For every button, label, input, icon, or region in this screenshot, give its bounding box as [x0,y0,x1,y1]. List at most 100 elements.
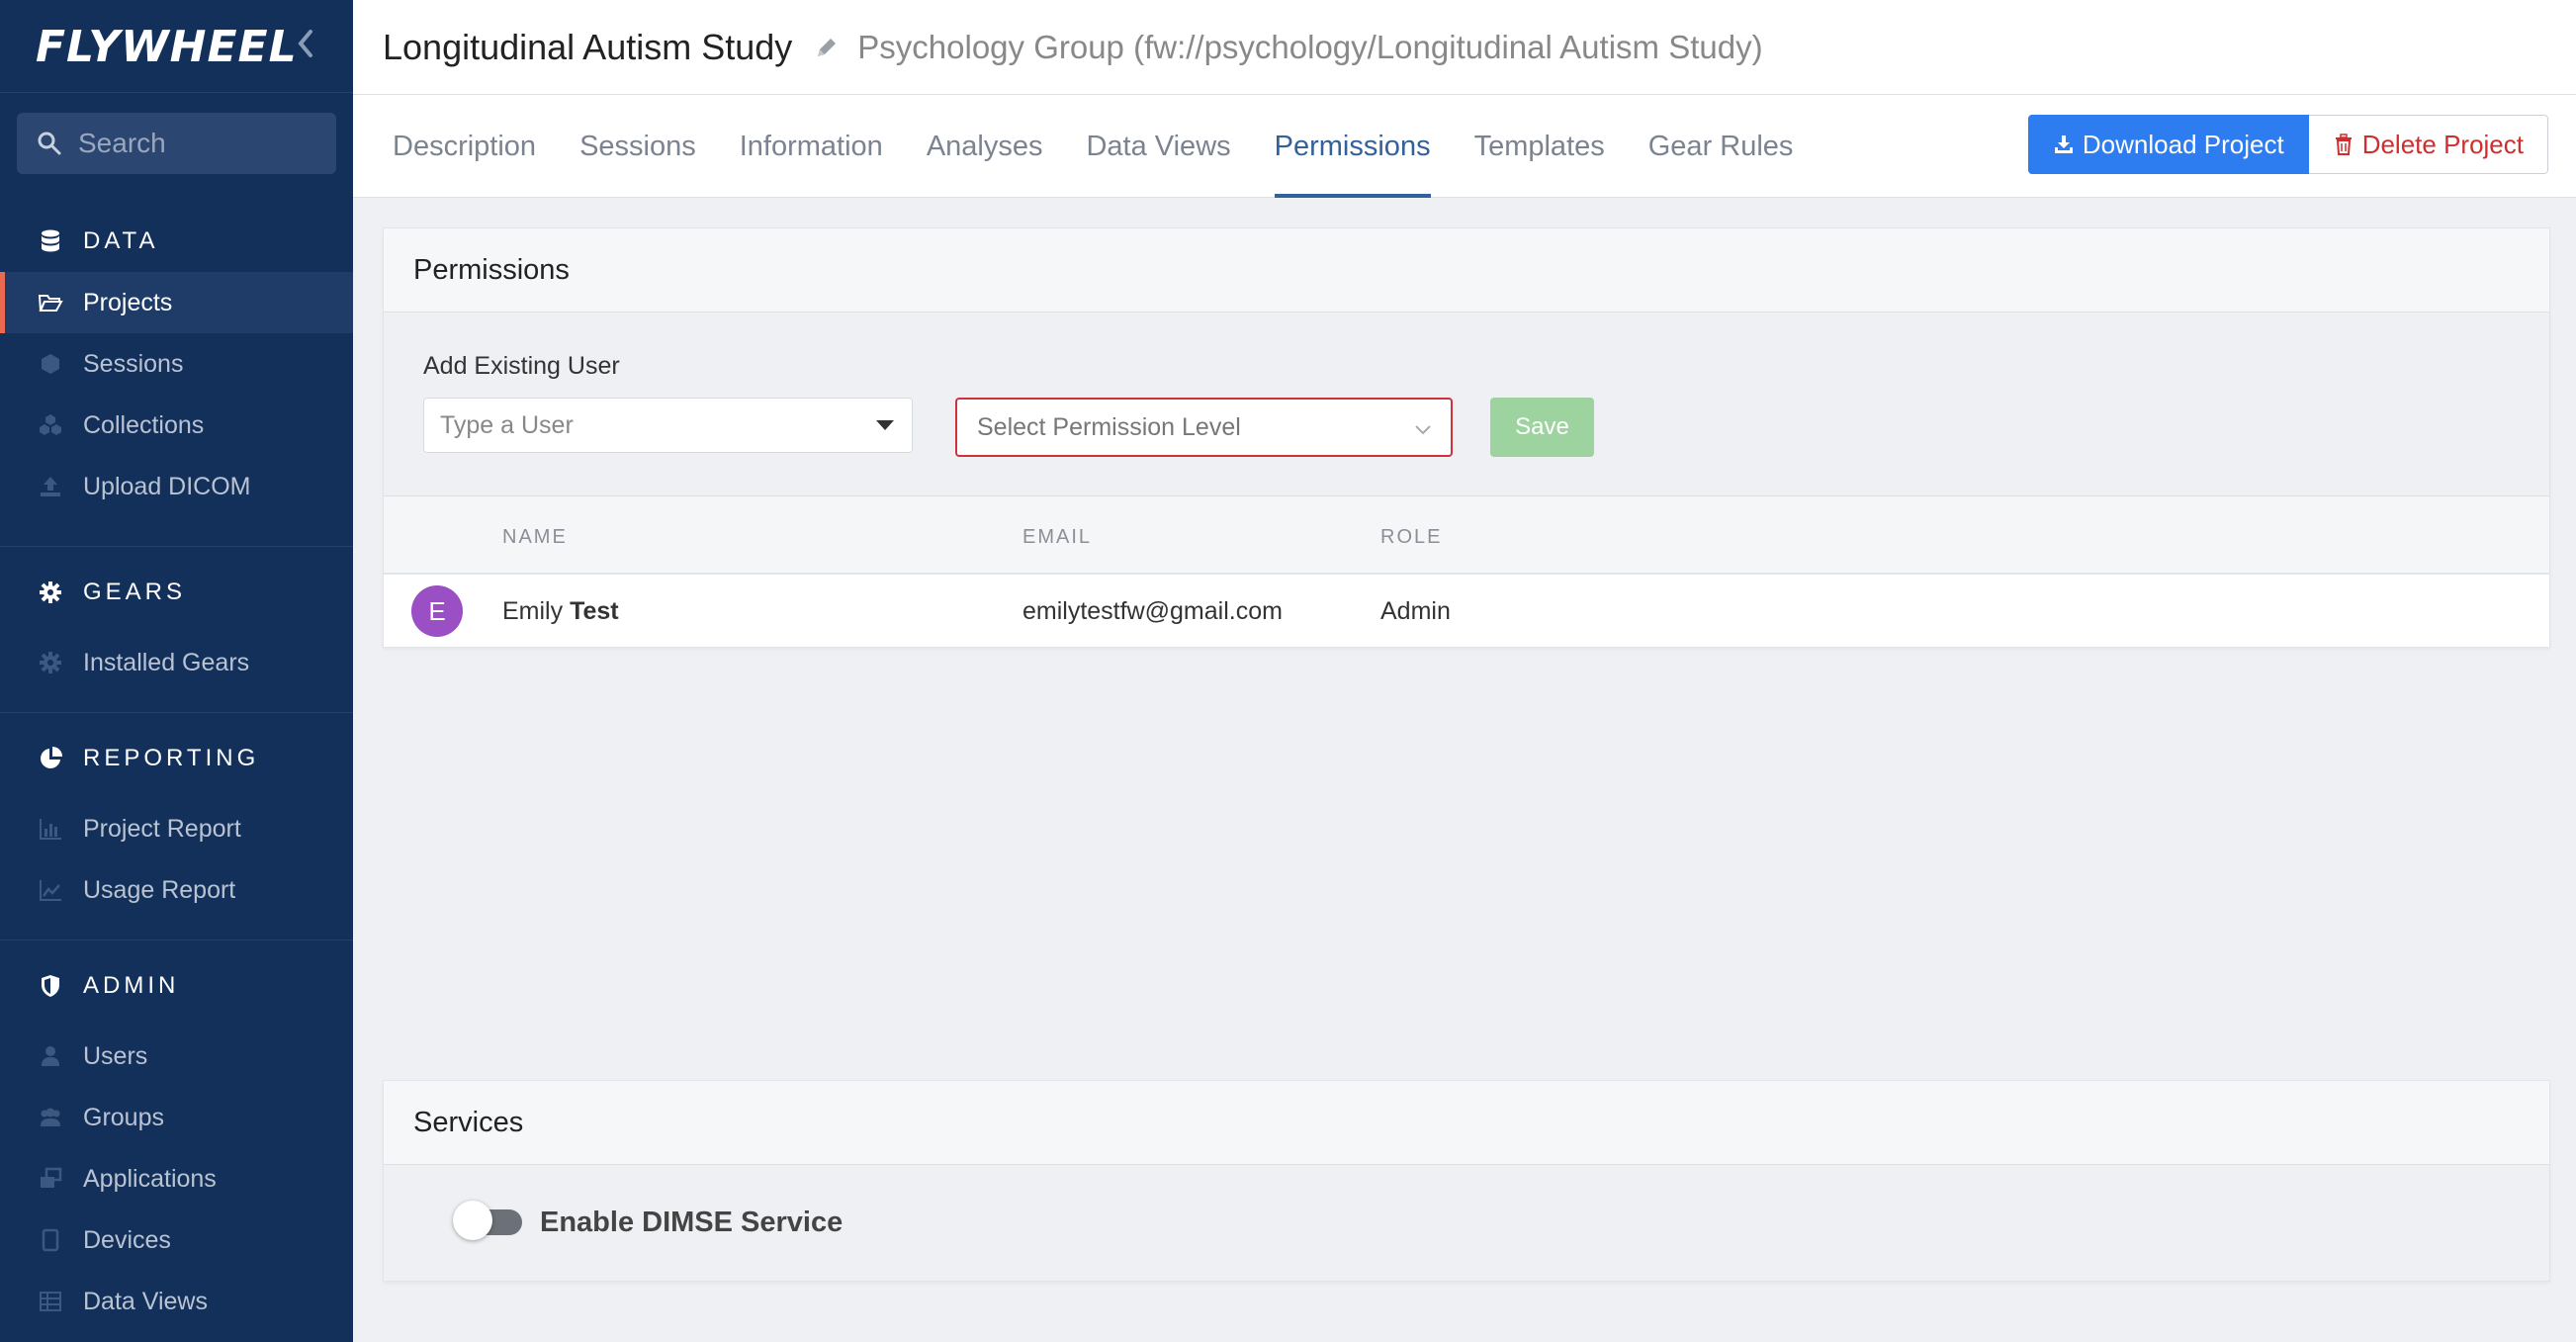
download-project-button[interactable]: Download Project [2027,115,2309,174]
add-user-area: Add Existing User Type a User Select Per… [384,313,2549,496]
nav-heading-data: DATA [0,214,353,269]
column-header-email[interactable]: EMAIL [1022,526,1092,549]
sidebar-item-projects[interactable]: Projects [0,272,353,333]
windows-icon [41,1167,62,1188]
permissions-heading: Permissions [384,228,2549,313]
tablet-icon [42,1228,59,1252]
tab-analyses[interactable]: Analyses [927,95,1043,198]
upload-icon [41,477,60,496]
sidebar-item-installed-gears[interactable]: Installed Gears [0,632,353,693]
chevron-down-icon [1415,425,1431,435]
cube-icon [42,354,59,374]
sidebar-item-upload-dicom[interactable]: Upload DICOM [0,456,353,517]
search-icon [38,132,61,155]
sidebar-item-label: Projects [83,288,173,316]
project-actions: Download Project Delete Project [2027,115,2548,174]
user-last-name: Test [570,597,619,625]
pencil-icon[interactable] [814,35,840,60]
tab-gear-rules[interactable]: Gear Rules [1648,95,1794,198]
services-heading: Services [384,1081,2549,1165]
column-header-name[interactable]: NAME [502,526,568,549]
sidebar-item-label: Sessions [83,349,184,378]
nav-heading-label: ADMIN [83,972,180,999]
user-name: Emily Test [502,597,619,626]
dimse-toggle[interactable] [453,1201,526,1240]
sidebar-item-data-views[interactable]: Data Views [0,1271,353,1332]
avatar: E [411,585,463,637]
user-email: emilytestfw@gmail.com [1022,597,1283,625]
permissions-panel: Permissions Add Existing User Type a Use… [383,227,2550,648]
gear-icon [40,652,61,673]
user-icon [42,1046,59,1066]
flywheel-logo[interactable]: FLYWHEEL [36,22,298,72]
nav-divider [0,712,353,713]
sidebar-item-label: Usage Report [83,875,236,904]
services-panel: Services Enable DIMSE Service [383,1080,2550,1282]
page-subtitle: Psychology Group (fw://psychology/Longit… [857,28,1763,65]
trash-icon [2335,134,2352,155]
sidebar-item-label: Collections [83,410,205,439]
delete-project-button[interactable]: Delete Project [2308,115,2548,174]
sidebar-item-usage-report[interactable]: Usage Report [0,859,353,921]
sidebar-item-label: Upload DICOM [83,472,251,500]
services-body: Enable DIMSE Service [384,1165,2549,1281]
nav-section-gears: GEARS Installed Gears [0,565,353,693]
nav-section-data: DATA Projects Sessions Collections Uploa… [0,214,353,517]
column-header-role[interactable]: ROLE [1380,526,1442,549]
nav-heading-admin: ADMIN [0,958,353,1014]
sidebar-item-label: Applications [83,1164,217,1193]
bar-chart-icon [40,819,61,840]
search-box[interactable] [17,113,336,174]
tab-bar: Description Sessions Information Analyse… [353,95,2576,198]
cubes-icon [40,414,61,435]
nav-section-admin: ADMIN Users Groups Applications Devices … [0,958,353,1332]
add-existing-user-label: Add Existing User [423,352,620,380]
tab-sessions[interactable]: Sessions [579,95,696,198]
database-icon [42,229,59,252]
tab-list: Description Sessions Information Analyse… [393,95,1836,198]
chevron-left-icon[interactable] [293,26,318,61]
table-row[interactable]: E Emily Test emilytestfw@gmail.com Admin [384,575,2549,647]
nav-section-reporting: REPORTING Project Report Usage Report [0,731,353,921]
sidebar: FLYWHEEL DATA Projects Sessions Collecti… [0,0,353,1342]
logo-row: FLYWHEEL [0,0,353,93]
sidebar-item-label: Project Report [83,814,241,843]
user-select[interactable]: Type a User [423,398,913,453]
sidebar-item-project-report[interactable]: Project Report [0,798,353,859]
save-button[interactable]: Save [1490,398,1594,457]
sidebar-item-devices[interactable]: Devices [0,1209,353,1271]
search-input[interactable] [78,128,315,159]
tab-templates[interactable]: Templates [1474,95,1605,198]
caret-down-icon [876,420,894,430]
nav-heading-reporting: REPORTING [0,731,353,786]
sidebar-item-label: Data Views [83,1287,208,1315]
nav-heading-label: GEARS [83,579,187,605]
tab-data-views[interactable]: Data Views [1086,95,1230,198]
permission-level-select[interactable]: Select Permission Level [955,398,1453,457]
sidebar-item-collections[interactable]: Collections [0,395,353,456]
sidebar-item-label: Users [83,1041,148,1070]
toggle-knob [453,1201,492,1240]
page-title: Longitudinal Autism Study [383,26,793,67]
sidebar-item-sessions[interactable]: Sessions [0,333,353,395]
sidebar-item-users[interactable]: Users [0,1026,353,1087]
page-header: Longitudinal Autism Study Psychology Gro… [353,0,2576,95]
nav-divider [0,546,353,547]
nav-heading-label: DATA [83,227,159,254]
users-icon [41,1108,60,1126]
delete-label: Delete Project [2361,129,2524,159]
tab-description[interactable]: Description [393,95,536,198]
sidebar-item-applications[interactable]: Applications [0,1148,353,1209]
pie-chart-icon [41,747,62,768]
download-icon [2054,135,2073,153]
sidebar-item-label: Installed Gears [83,648,250,676]
user-first-name: Emily [502,597,564,625]
user-role[interactable]: Admin [1380,597,1451,626]
permission-level-placeholder: Select Permission Level [977,412,1241,441]
nav-heading-label: REPORTING [83,745,260,771]
sidebar-item-label: Devices [83,1225,171,1254]
sidebar-item-groups[interactable]: Groups [0,1087,353,1148]
download-label: Download Project [2082,129,2284,159]
tab-permissions[interactable]: Permissions [1274,95,1431,198]
tab-information[interactable]: Information [740,95,883,198]
